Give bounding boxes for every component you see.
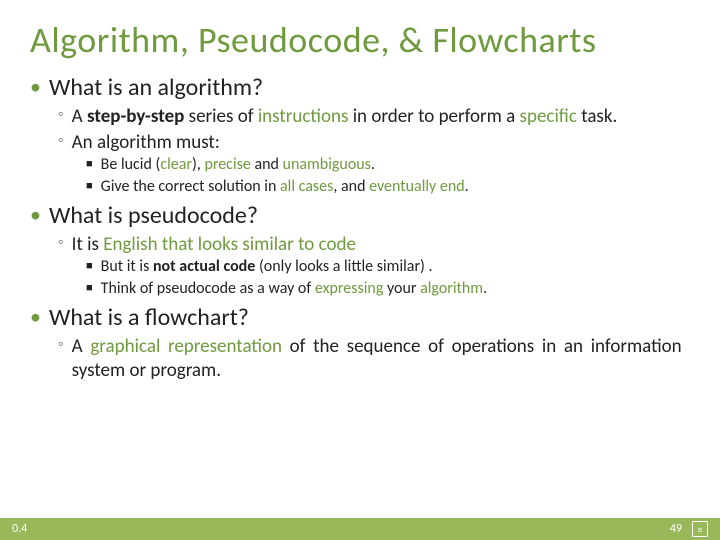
sub-list: ◦ A step-by-step series of instructions i… <box>30 105 690 198</box>
section: • What is a flowchart?◦ A graphical repres… <box>30 304 690 382</box>
point-item: ■ Give the correct solution in all cases,… <box>86 177 690 198</box>
slide-badge-icon: ≡ <box>692 521 708 537</box>
point-text: Be lucid (clear), precise and unambiguou… <box>101 155 375 176</box>
content-list: •What is an algorithm?◦A step-by-step se… <box>30 74 690 382</box>
footer-left: 0.4 <box>12 522 27 536</box>
ring-bullet-icon: ◦ <box>58 131 64 152</box>
section: • What is pseudocode?◦ It is English that … <box>30 202 690 300</box>
point-item: ■ Think of pseudocode as a way of express… <box>86 279 690 300</box>
slide-title: Algorithm, Pseudocode, & Flowcharts <box>0 0 720 70</box>
square-bullet-icon: ■ <box>86 257 93 275</box>
point-item: ■ But it is not actual code (only looks a… <box>86 257 690 278</box>
sub-item: ◦ A step-by-step series of instructions i… <box>58 105 690 129</box>
sub-item: ◦An algorithm must:■Be lucid (clear), pr… <box>58 131 690 198</box>
section: •What is an algorithm?◦A step-by-step se… <box>30 74 690 198</box>
ring-bullet-icon: ◦ <box>58 233 64 254</box>
bullet-icon: • <box>30 74 41 100</box>
point-text: But it is not actual code (only looks a … <box>101 257 433 278</box>
slide: Algorithm, Pseudocode, & Flowcharts • Wha… <box>0 0 720 540</box>
section-heading: What is an algorithm? <box>49 74 263 103</box>
sub-text: A step-by-step series of instructions in… <box>72 105 618 129</box>
page-number: 49 <box>670 522 682 536</box>
footer-bar: 0.4 49 ≡ <box>0 518 720 540</box>
sub-item: ◦ It is English that looks similar to cod… <box>58 233 690 300</box>
sub-list: ◦ A graphical representation of the seque… <box>30 335 690 383</box>
sub-text: It is English that looks similar to code <box>72 233 356 257</box>
bullet-icon: • <box>30 202 41 228</box>
point-text: Give the correct solution in all cases, … <box>101 177 469 198</box>
ring-bullet-icon: ◦ <box>58 335 64 356</box>
square-bullet-icon: ■ <box>86 155 93 173</box>
square-bullet-icon: ■ <box>86 177 93 195</box>
sub-item: ◦ A graphical representation of the seque… <box>58 335 690 383</box>
footer-right: 49 ≡ <box>670 521 708 537</box>
ring-bullet-icon: ◦ <box>58 105 64 126</box>
points-list: ■ Be lucid (clear), precise and unambiguo… <box>58 155 690 198</box>
sub-text: A graphical representation of the sequen… <box>72 335 682 383</box>
bullet-icon: • <box>30 304 41 330</box>
slide-body: •What is an algorithm?◦A step-by-step se… <box>0 74 720 382</box>
point-text: Think of pseudocode as a way of expressi… <box>101 279 487 300</box>
section-heading: What is a flowchart? <box>49 304 249 333</box>
square-bullet-icon: ■ <box>86 279 93 297</box>
point-item: ■ Be lucid (clear), precise and unambiguo… <box>86 155 690 176</box>
sub-text: An algorithm must: <box>72 131 220 155</box>
points-list: ■ But it is not actual code (only looks a… <box>58 257 690 300</box>
section-heading: What is pseudocode? <box>49 202 258 231</box>
sub-list: ◦ It is English that looks similar to cod… <box>30 233 690 300</box>
